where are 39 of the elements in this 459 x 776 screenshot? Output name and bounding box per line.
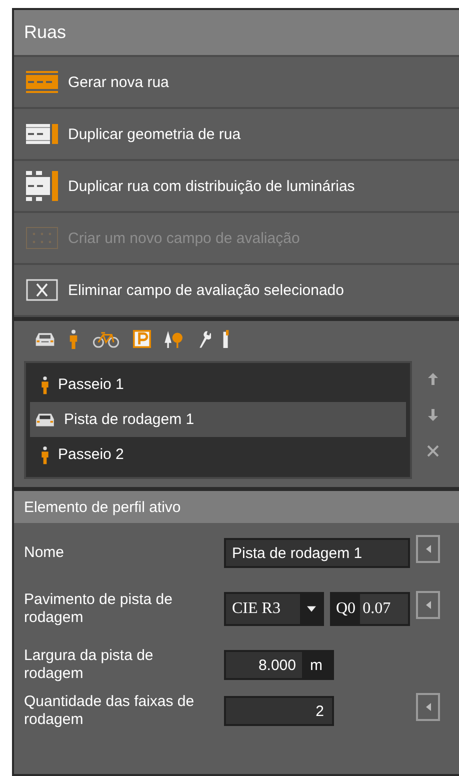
close-icon[interactable] (427, 445, 439, 457)
road-copy-icon (26, 123, 58, 145)
panel-title: Ruas (14, 10, 459, 57)
bollard-icon[interactable] (223, 330, 229, 348)
property-label: Pavimento de pista de rodagem (24, 591, 174, 627)
list-item[interactable]: Pista de rodagem 1 (30, 402, 406, 437)
surface-dropdown[interactable]: CIE R3 (224, 592, 324, 626)
left-arrow-icon (426, 601, 430, 609)
left-arrow-icon (426, 545, 430, 553)
lane-count-field[interactable]: 2 (224, 696, 334, 726)
pedestrian-icon (40, 444, 50, 464)
list-item[interactable]: Passeio 1 (30, 367, 406, 402)
pedestrian-icon[interactable] (68, 329, 79, 349)
list-item[interactable]: Passeio 2 (30, 437, 406, 472)
property-label: Nome (24, 544, 66, 562)
car-icon (34, 412, 56, 428)
road-lights-icon (26, 171, 58, 201)
close-box-icon (26, 279, 58, 301)
left-arrow-icon (426, 703, 430, 711)
reset-button[interactable] (416, 591, 440, 619)
car-icon[interactable] (34, 330, 56, 348)
pedestrian-icon (40, 374, 50, 394)
reset-button[interactable] (416, 693, 440, 721)
dropdown-arrow-icon (306, 606, 316, 612)
trees-icon[interactable] (163, 330, 185, 348)
move-up-icon[interactable] (427, 373, 439, 385)
name-field[interactable]: Pista de rodagem 1 (224, 538, 410, 568)
property-label: Quantidade das faixas de rodagem (24, 693, 196, 729)
bicycle-icon[interactable] (91, 330, 121, 348)
q0-field[interactable]: Q0 0.07 (330, 592, 410, 626)
road-icon (26, 71, 58, 93)
width-field[interactable]: 8.000 m (224, 650, 334, 680)
move-down-icon[interactable] (427, 409, 439, 421)
reset-button[interactable] (416, 535, 440, 563)
wrench-icon[interactable] (197, 330, 211, 348)
property-label: Largura da pista de rodagem (24, 647, 154, 683)
section-title: Elemento de perfil ativo (14, 491, 459, 523)
parking-icon[interactable] (133, 330, 151, 348)
grid-field-icon (26, 227, 58, 249)
